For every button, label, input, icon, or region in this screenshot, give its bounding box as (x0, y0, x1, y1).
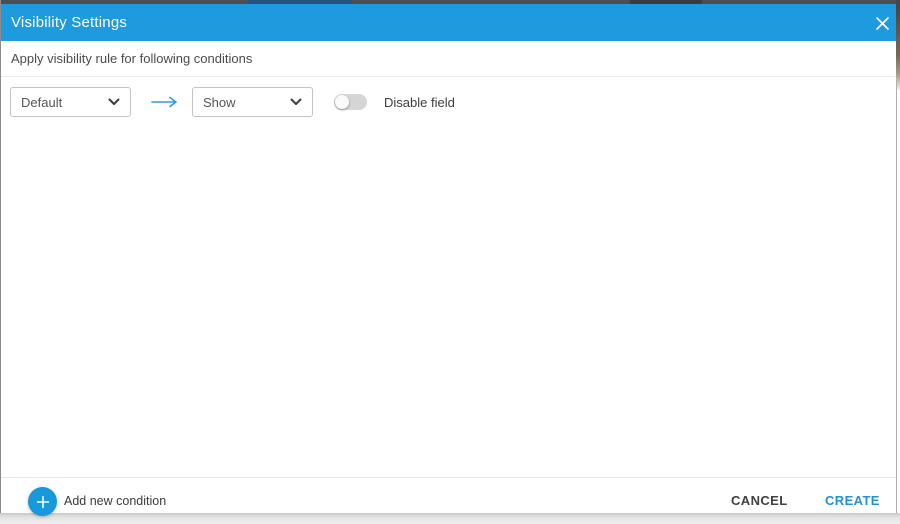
dialog-header: Visibility Settings (0, 4, 896, 41)
action-select[interactable]: Show (192, 87, 313, 117)
cancel-button[interactable]: CANCEL (731, 493, 788, 508)
dialog-title: Visibility Settings (11, 14, 128, 31)
dialog-subtitle: Apply visibility rule for following cond… (1, 41, 895, 77)
chevron-down-icon (108, 98, 120, 106)
add-condition-label: Add new condition (64, 494, 167, 508)
create-button[interactable]: CREATE (825, 493, 880, 508)
field-select[interactable]: Default (10, 87, 131, 117)
close-button[interactable] (872, 13, 892, 33)
disable-field-label: Disable field (384, 94, 455, 110)
disable-field-toggle[interactable] (334, 94, 367, 110)
visibility-settings-dialog: Visibility Settings Apply visibility rul… (0, 0, 900, 524)
dialog-left-edge (0, 0, 1, 513)
field-select-value: Default (21, 94, 63, 110)
add-condition-button[interactable] (28, 487, 57, 516)
arrow-right-icon (151, 96, 178, 108)
background-page-right-sliver (896, 0, 900, 90)
x-icon (875, 16, 890, 31)
toggle-knob (335, 95, 349, 109)
dialog-right-edge (896, 80, 897, 513)
action-select-value: Show (203, 94, 236, 110)
condition-row: Default Show Disable field (10, 87, 455, 117)
chevron-down-icon (290, 98, 302, 106)
plus-icon (36, 495, 50, 509)
background-page-bottom-sliver (0, 513, 900, 524)
